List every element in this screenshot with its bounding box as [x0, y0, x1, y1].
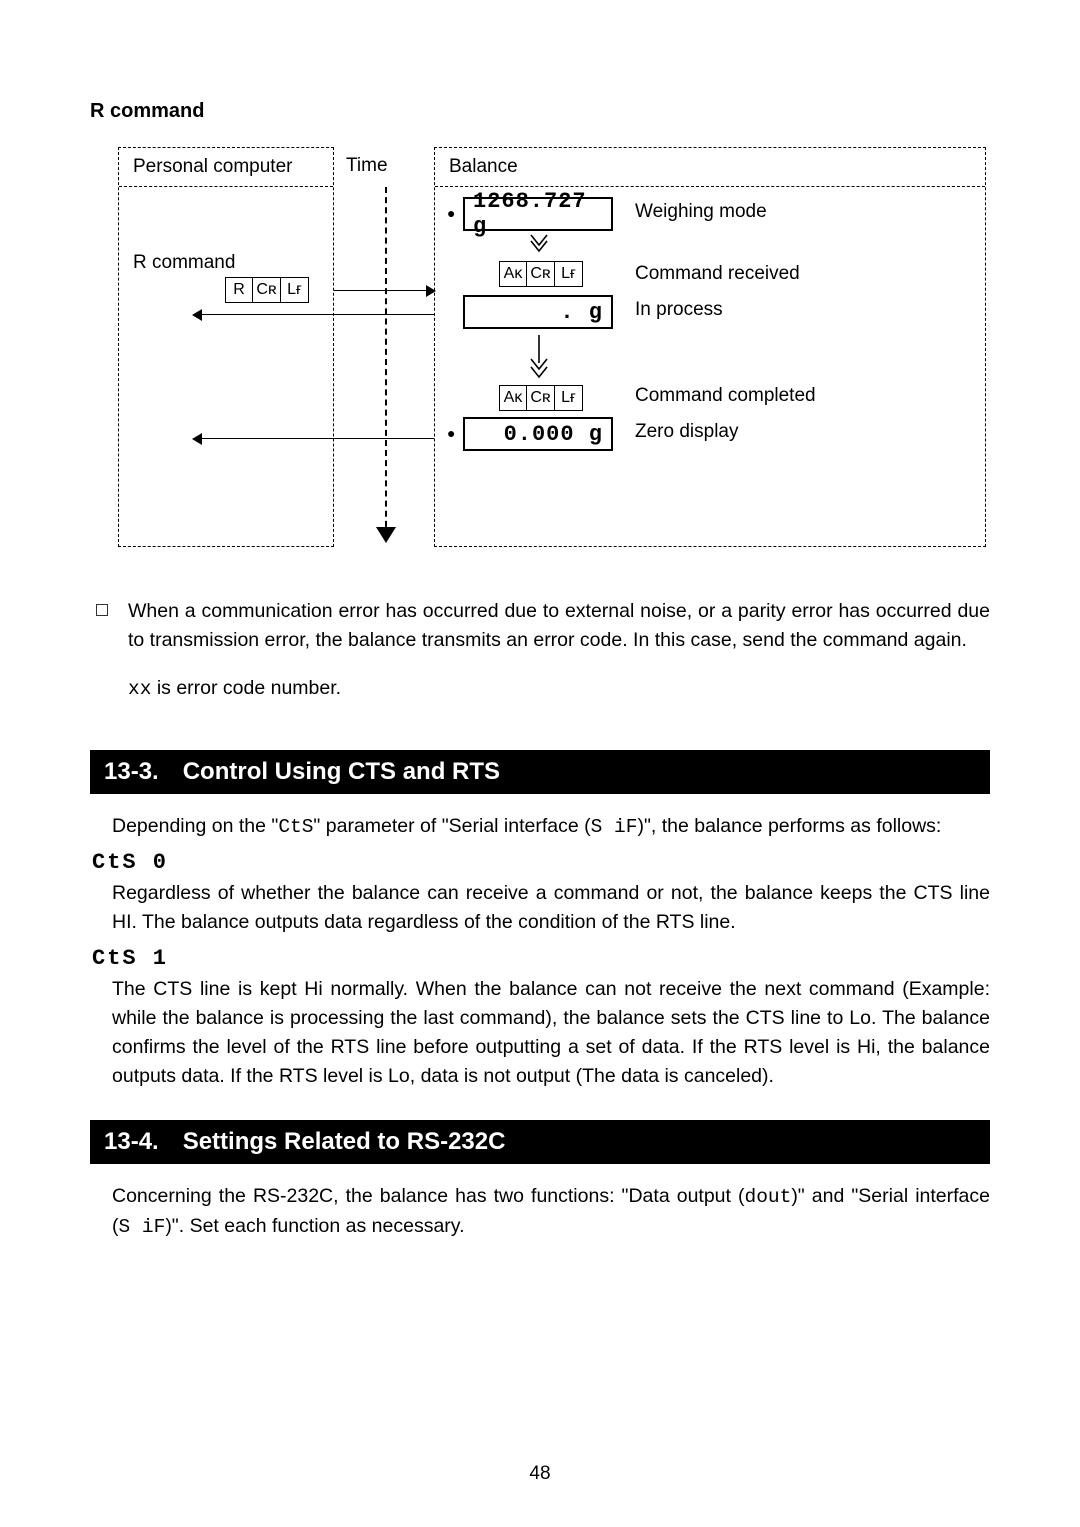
byte-lf3: Lғ: [555, 385, 583, 411]
flow-arrow-1: [527, 233, 551, 253]
pc-column-header: Personal computer: [119, 148, 333, 187]
byte-lf: Lғ: [281, 277, 309, 303]
cts1-label: CtS 1: [92, 946, 990, 971]
r-command-diagram: Personal computer R command R Cʀ Lғ Time…: [118, 147, 986, 547]
byte-cr: Cʀ: [253, 277, 281, 303]
time-arrow: [376, 527, 396, 543]
section-13-3-title: Control Using CTS and RTS: [183, 758, 500, 786]
balance-column: Balance ● 1268.727 g Weighing mode Aᴋ Cʀ…: [434, 147, 986, 547]
cts0-label: CtS 0: [92, 850, 990, 875]
error-note-p2: xx is error code number.: [128, 674, 990, 704]
r-command-bytes: R Cʀ Lғ: [225, 277, 309, 303]
section-13-3-heading: 13-3. Control Using CTS and RTS: [90, 750, 990, 794]
time-column-header: Time: [346, 147, 426, 185]
error-note-p1: When a communication error has occurred …: [128, 597, 990, 656]
bullet-icon: [96, 604, 108, 616]
byte-ak2: Aᴋ: [499, 385, 527, 411]
r-command-label: R command: [133, 252, 235, 274]
byte-r: R: [225, 277, 253, 303]
arrow-send-r: [334, 290, 434, 291]
ack-bytes-2: Aᴋ Cʀ Lғ: [499, 385, 583, 411]
zero-display-label: Zero display: [635, 421, 739, 443]
r-command-heading: R command: [90, 100, 990, 123]
flow-arrow-2: [527, 335, 551, 379]
page-number: 48: [0, 1463, 1080, 1485]
byte-cr3: Cʀ: [527, 385, 555, 411]
time-axis: [385, 187, 387, 537]
arrow-ack-1: [194, 314, 434, 315]
ack-bytes-1: Aᴋ Cʀ Lғ: [499, 261, 583, 287]
in-process-display: . g: [463, 295, 613, 329]
byte-lf2: Lғ: [555, 261, 583, 287]
cts1-body: The CTS line is kept Hi normally. When t…: [112, 975, 990, 1092]
arrow-ack-2: [194, 438, 434, 439]
pc-column: Personal computer R command R Cʀ Lғ: [118, 147, 334, 547]
weighing-mode-label: Weighing mode: [635, 201, 767, 223]
error-code-placeholder: xx: [128, 678, 151, 700]
cts0-body: Regardless of whether the balance can re…: [112, 879, 990, 938]
section-13-4-title: Settings Related to RS-232C: [183, 1128, 506, 1156]
command-received-label: Command received: [635, 263, 800, 285]
error-code-rest: is error code number.: [151, 677, 341, 699]
time-column: Time: [346, 147, 426, 187]
section-13-3-num: 13-3.: [104, 758, 159, 786]
byte-ak: Aᴋ: [499, 261, 527, 287]
weighing-display: 1268.727 g: [463, 197, 613, 231]
section-13-3-intro: Depending on the "CtS" parameter of "Ser…: [112, 812, 990, 842]
error-note: When a communication error has occurred …: [90, 597, 990, 722]
command-completed-label: Command completed: [635, 385, 816, 407]
zero-display: 0.000 g: [463, 417, 613, 451]
section-13-4-num: 13-4.: [104, 1128, 159, 1156]
section-13-4-body: Concerning the RS-232C, the balance has …: [112, 1182, 990, 1243]
section-13-4-heading: 13-4. Settings Related to RS-232C: [90, 1120, 990, 1164]
byte-cr2: Cʀ: [527, 261, 555, 287]
balance-column-header: Balance: [435, 148, 985, 187]
in-process-label: In process: [635, 299, 723, 321]
